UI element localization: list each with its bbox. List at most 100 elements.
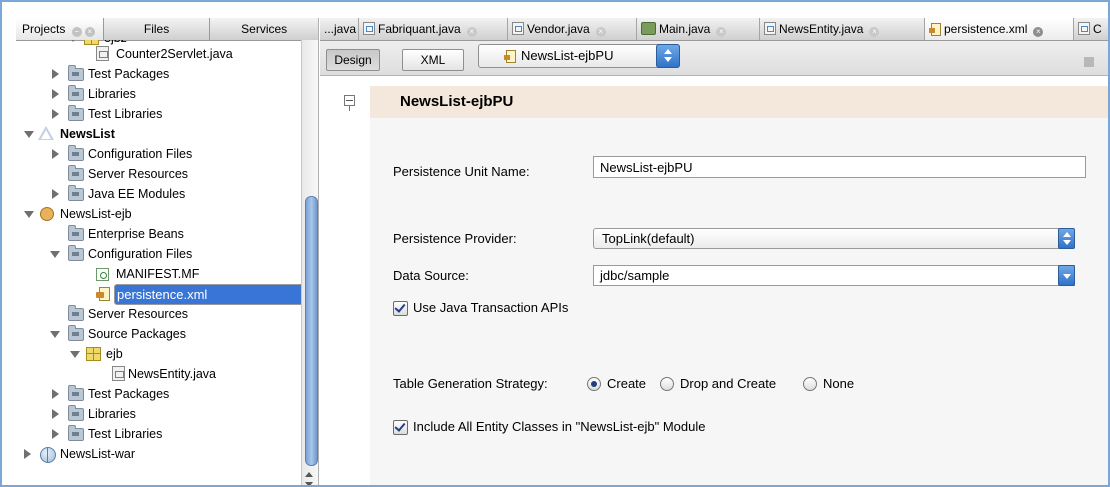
tree-node-label: Enterprise Beans: [88, 227, 184, 241]
tab-files-label: Files: [143, 22, 170, 36]
close-tab-icon[interactable]: ×: [466, 27, 477, 37]
collapse-toggle-icon[interactable]: [52, 149, 59, 159]
radio-create-label: Create: [607, 376, 647, 391]
main-class-icon: [641, 22, 656, 35]
collapse-toggle-icon[interactable]: [52, 389, 59, 399]
editor-tab-label: NewsEntity.java: [779, 22, 864, 36]
tab-files[interactable]: Files: [104, 18, 211, 40]
expand-toggle-icon[interactable]: [50, 331, 60, 338]
web-project-icon: [40, 447, 56, 463]
radio-create[interactable]: [587, 377, 601, 391]
use-jta-checkbox[interactable]: [393, 301, 408, 316]
collapse-toggle-icon[interactable]: [52, 429, 59, 439]
tab-services-label: Services: [241, 22, 288, 36]
design-view-label: Design: [334, 53, 372, 67]
editor-tab[interactable]: ...java: [320, 18, 359, 40]
scroll-up-icon[interactable]: [305, 472, 313, 477]
collapse-toggle-icon[interactable]: [52, 89, 59, 99]
tree-node-label: Configuration Files: [88, 247, 193, 261]
unit-name-field[interactable]: NewsList-ejbPU: [593, 156, 1086, 178]
tree-scrollbar[interactable]: [301, 40, 318, 485]
expand-toggle-icon[interactable]: [50, 251, 60, 258]
toolbar-square-icon: [1084, 57, 1094, 67]
section-title: NewsList-ejbPU: [400, 93, 514, 110]
close-tab-icon[interactable]: ×: [1033, 27, 1044, 37]
tree-node-label: Test Packages: [88, 387, 170, 401]
minimize-icon[interactable]: −: [71, 27, 82, 37]
java-file-icon: [1078, 22, 1090, 35]
ejb-project-icon: [38, 206, 53, 221]
tree-node-label: Counter2Servlet.java: [116, 47, 233, 61]
package-icon: [86, 347, 101, 361]
editor-tab[interactable]: NewsEntity.java ×: [760, 18, 925, 40]
collapse-toggle-icon[interactable]: [52, 409, 59, 419]
expand-toggle-icon[interactable]: [68, 40, 78, 42]
use-jta-label: Use Java Transaction APIs: [413, 300, 569, 315]
tree-node-label: NewsEntity.java: [128, 367, 216, 381]
java-file-icon: [363, 22, 375, 35]
xml-view-button[interactable]: XML: [402, 49, 464, 71]
collapse-toggle-icon[interactable]: [52, 189, 59, 199]
close-tab-icon[interactable]: ×: [716, 27, 727, 37]
tree-node-label: Server Resources: [88, 307, 189, 321]
dropdown-stepper-icon[interactable]: [656, 44, 680, 68]
manifest-file-icon: [96, 268, 109, 281]
folder-icon: [68, 165, 84, 181]
folder-icon: [68, 305, 84, 321]
tree-node-label: MANIFEST.MF: [116, 267, 200, 281]
expand-toggle-icon[interactable]: [24, 211, 34, 218]
tree-node-label: Java EE Modules: [88, 187, 186, 201]
unit-name-label: Persistence Unit Name:: [393, 164, 530, 179]
collapse-toggle-icon[interactable]: [24, 449, 31, 459]
close-tab-icon[interactable]: ×: [595, 27, 606, 37]
close-icon[interactable]: ×: [84, 27, 95, 37]
section-header: NewsList-ejbPU: [370, 86, 1108, 118]
collapse-toggle-icon[interactable]: [52, 109, 59, 119]
data-source-value: jdbc/sample: [600, 268, 670, 283]
editor-toolbar: Design XML NewsList-ejbPU: [320, 41, 1108, 76]
provider-select[interactable]: TopLink(default): [593, 228, 1075, 249]
java-file-icon: [764, 22, 776, 35]
design-view: NewsList-ejbPU Persistence Unit Name: Ne…: [320, 76, 1108, 485]
tree-node-label: persistence.xml: [114, 284, 301, 305]
tree-node-label: NewsList: [60, 127, 115, 141]
editor-tab[interactable]: C: [1074, 18, 1108, 40]
tree-node-label: Test Packages: [88, 67, 170, 81]
persistence-unit-dropdown[interactable]: NewsList-ejbPU: [478, 44, 680, 68]
tree-node-label: Source Packages: [88, 327, 186, 341]
tab-projects[interactable]: Projects − ×: [16, 18, 104, 40]
editor-panel: ...java Fabriquant.java × Vendor.java × Ma…: [320, 18, 1108, 485]
collapse-toggle-icon[interactable]: [52, 69, 59, 79]
expand-toggle-icon[interactable]: [70, 351, 80, 358]
provider-value: TopLink(default): [602, 231, 695, 246]
persistence-xml-icon: [96, 287, 110, 301]
library-folder-icon: [68, 425, 84, 441]
editor-tab[interactable]: Main.java ×: [637, 18, 760, 40]
editor-tab[interactable]: Vendor.java ×: [508, 18, 637, 40]
scroll-down-icon[interactable]: [305, 482, 313, 485]
tree-node-label: Server Resources: [88, 167, 189, 181]
radio-none[interactable]: [803, 377, 817, 391]
tab-services[interactable]: Services: [210, 18, 318, 40]
chevron-down-icon[interactable]: [1058, 265, 1075, 286]
scrollbar-thumb[interactable]: [305, 196, 318, 466]
data-source-combo[interactable]: jdbc/sample: [593, 265, 1075, 286]
persistence-xml-icon: [929, 23, 941, 36]
editor-tab-active[interactable]: persistence.xml ×: [925, 18, 1074, 40]
editor-tab-bar: ...java Fabriquant.java × Vendor.java × Ma…: [320, 18, 1108, 41]
library-folder-icon: [68, 105, 84, 121]
editor-tab-label: ...java: [324, 22, 357, 36]
persistence-xml-icon: [504, 50, 516, 63]
expand-toggle-icon[interactable]: [24, 131, 34, 138]
include-all-entities-checkbox[interactable]: [393, 420, 408, 435]
java-file-icon: [112, 366, 125, 381]
library-folder-icon: [68, 405, 84, 421]
folder-icon: [68, 385, 84, 401]
radio-drop-and-create[interactable]: [660, 377, 674, 391]
java-file-icon: [512, 22, 524, 35]
close-tab-icon[interactable]: ×: [869, 27, 880, 37]
design-view-button[interactable]: Design: [326, 49, 380, 71]
select-stepper-icon[interactable]: [1058, 228, 1075, 249]
editor-tab[interactable]: Fabriquant.java ×: [359, 18, 508, 40]
unit-name-value: NewsList-ejbPU: [600, 160, 693, 175]
